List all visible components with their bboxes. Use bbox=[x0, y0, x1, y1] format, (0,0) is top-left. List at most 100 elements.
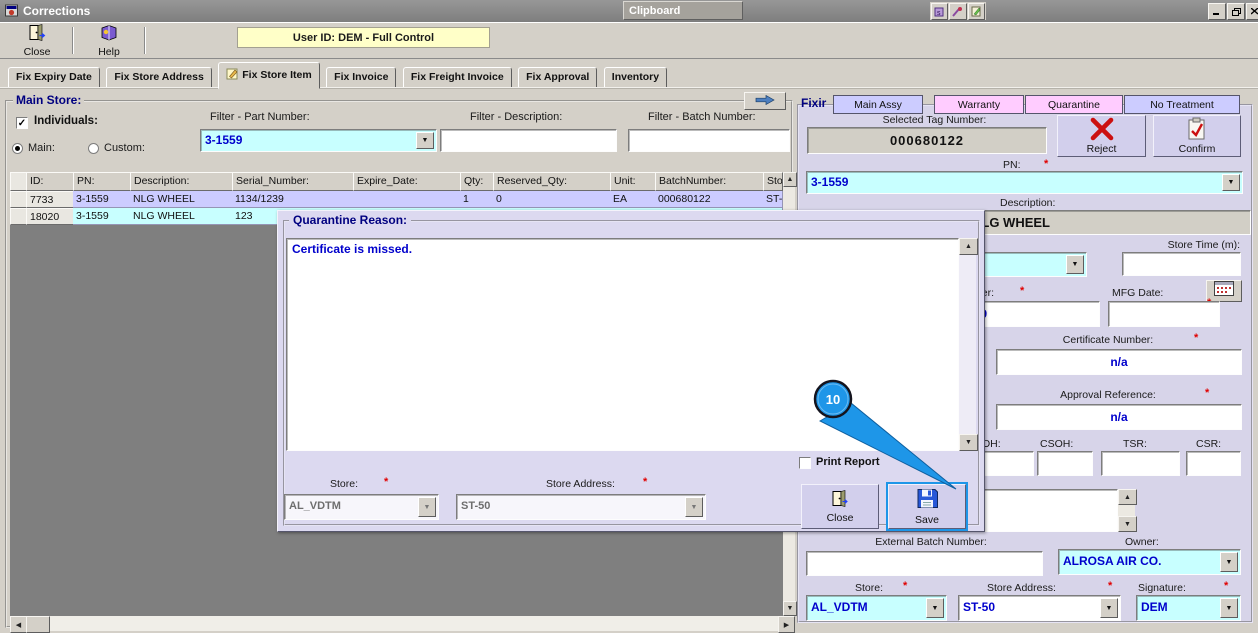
scroll-left-icon[interactable]: ◀ bbox=[10, 616, 27, 633]
fix-panel-group-label: Fixir bbox=[801, 96, 827, 110]
grid-cell-reserved-qty[interactable]: 0 bbox=[493, 191, 611, 208]
certificate-number-input[interactable]: n/a bbox=[996, 349, 1242, 375]
grid-cell-id[interactable]: 18020 bbox=[26, 208, 74, 225]
filter-description-label: Filter - Description: bbox=[470, 111, 563, 123]
scroll-down-icon[interactable]: ▼ bbox=[959, 434, 978, 451]
row-selector[interactable] bbox=[10, 191, 27, 208]
textarea-scrollbar[interactable]: ▲ ▼ bbox=[959, 238, 978, 451]
toolbar-help-button[interactable]: Help bbox=[80, 24, 138, 58]
grid-cell-description[interactable]: NLG WHEEL bbox=[130, 208, 233, 225]
tab-fix-store-address[interactable]: Fix Store Address bbox=[106, 66, 212, 89]
csr-input[interactable] bbox=[1186, 451, 1241, 476]
grid-cell-unit[interactable]: EA bbox=[610, 191, 656, 208]
grid-cell-serial-number[interactable]: 1134/1239 bbox=[232, 191, 354, 208]
brush-icon[interactable] bbox=[949, 3, 967, 20]
store-time-input[interactable] bbox=[1122, 252, 1241, 276]
collapse-panel-button[interactable] bbox=[744, 92, 786, 110]
clipboard-window-titlebar[interactable]: Clipboard bbox=[623, 1, 743, 20]
app-root: { "colors": { "accent_cyan": "#C8FFFF", … bbox=[0, 0, 1258, 633]
grid-cell-pn[interactable]: 3-1559 bbox=[73, 191, 131, 208]
pn-combobox[interactable]: 3-1559 ▼ bbox=[806, 171, 1243, 194]
quarantine-reason-textarea[interactable]: Certificate is missed. bbox=[286, 238, 959, 451]
grid-horizontal-scrollbar[interactable]: ◀ ▶ bbox=[10, 616, 795, 633]
grid-header-pn[interactable]: PN: bbox=[73, 172, 131, 191]
tab-fix-freight-invoice[interactable]: Fix Freight Invoice bbox=[402, 66, 512, 89]
confirm-button[interactable]: Confirm bbox=[1153, 115, 1241, 157]
minimize-button[interactable] bbox=[1208, 3, 1226, 20]
grid-header-id[interactable]: ID: bbox=[26, 172, 74, 191]
mfg-date-input[interactable] bbox=[1108, 301, 1220, 327]
custom-radio[interactable] bbox=[88, 143, 99, 154]
dialog-store-combobox[interactable]: AL_VDTM ▼ bbox=[284, 494, 439, 520]
grid-cell-expire-date[interactable] bbox=[353, 191, 461, 208]
dropdown-arrow-icon[interactable]: ▼ bbox=[685, 497, 703, 517]
dropdown-arrow-icon[interactable]: ▼ bbox=[1222, 174, 1240, 191]
grid-header-store[interactable]: Sto bbox=[763, 172, 783, 191]
grid-header-unit[interactable]: Unit: bbox=[610, 172, 656, 191]
grid-cell-qty[interactable]: 1 bbox=[460, 191, 494, 208]
dialog-save-button[interactable]: Save bbox=[888, 484, 966, 529]
filter-batch-number-input[interactable] bbox=[628, 129, 790, 152]
tab-inventory[interactable]: Inventory bbox=[603, 66, 668, 89]
grid-cell-pn[interactable]: 3-1559 bbox=[73, 208, 131, 225]
panel-store-address-combobox[interactable]: ST-50 ▼ bbox=[958, 595, 1121, 621]
grid-cell-store[interactable]: ST- bbox=[763, 191, 783, 208]
grid-header-serial-number[interactable]: Serial_Number: bbox=[232, 172, 354, 191]
external-batch-input[interactable] bbox=[806, 551, 1043, 576]
signature-combobox[interactable]: DEM ▼ bbox=[1136, 595, 1241, 621]
scroll-down-icon[interactable]: ▼ bbox=[1118, 516, 1137, 532]
scroll-right-icon[interactable]: ▶ bbox=[778, 616, 795, 633]
grid-cell-description[interactable]: NLG WHEEL bbox=[130, 191, 233, 208]
scrollbar-thumb[interactable] bbox=[26, 616, 50, 633]
grid-header-expire-date[interactable]: Expire_Date: bbox=[353, 172, 461, 191]
oh-input[interactable] bbox=[977, 451, 1034, 476]
scroll-down-icon[interactable]: ▼ bbox=[783, 601, 797, 616]
owner-combobox[interactable]: ALROSA AIR CO. ▼ bbox=[1058, 549, 1241, 575]
dropdown-arrow-icon[interactable]: ▼ bbox=[1066, 255, 1084, 274]
row-selector[interactable] bbox=[10, 208, 27, 225]
approval-reference-input[interactable]: n/a bbox=[996, 404, 1242, 430]
restore-button[interactable] bbox=[1227, 3, 1245, 20]
reject-button[interactable]: Reject bbox=[1057, 115, 1146, 157]
grid-cell-batch-number[interactable]: 000680122 bbox=[655, 191, 764, 208]
main-radio[interactable] bbox=[12, 143, 23, 154]
grid-cell-id[interactable]: 7733 bbox=[26, 191, 74, 208]
remarks-scrollbar[interactable]: ▲ ▼ bbox=[1118, 489, 1137, 532]
tab-fix-expiry-date[interactable]: Fix Expiry Date bbox=[8, 66, 100, 89]
tsr-input[interactable] bbox=[1101, 451, 1180, 476]
grid-header-batch-number[interactable]: BatchNumber: bbox=[655, 172, 764, 191]
subtab-warranty[interactable]: Warranty bbox=[934, 95, 1024, 114]
grid-header-reserved-qty[interactable]: Reserved_Qty: bbox=[493, 172, 611, 191]
individuals-checkbox[interactable]: ✓ bbox=[16, 117, 28, 129]
scroll-up-icon[interactable]: ▲ bbox=[783, 172, 797, 187]
subtab-quarantine[interactable]: Quarantine bbox=[1025, 95, 1123, 114]
dialog-store-address-combobox[interactable]: ST-50 ▼ bbox=[456, 494, 706, 520]
filter-part-number-combobox[interactable]: 3-1559 ▼ bbox=[200, 129, 437, 152]
filter-description-input[interactable] bbox=[440, 129, 617, 152]
dialog-close-button[interactable]: Close bbox=[801, 484, 879, 529]
grid-header-description[interactable]: Description: bbox=[130, 172, 233, 191]
scroll-up-icon[interactable]: ▲ bbox=[1118, 489, 1137, 505]
dropdown-arrow-icon[interactable]: ▼ bbox=[926, 598, 944, 618]
edit-note-icon[interactable] bbox=[967, 3, 985, 20]
subtab-main-assy[interactable]: Main Assy bbox=[833, 95, 923, 114]
print-report-checkbox[interactable] bbox=[799, 457, 811, 469]
dropdown-arrow-icon[interactable]: ▼ bbox=[1220, 552, 1238, 572]
scroll-up-icon[interactable]: ▲ bbox=[959, 238, 978, 255]
main-store-title: Main Store: bbox=[13, 93, 85, 107]
tab-fix-approval[interactable]: Fix Approval bbox=[518, 66, 598, 89]
dropdown-arrow-icon[interactable]: ▼ bbox=[1220, 598, 1238, 618]
csoh-input[interactable] bbox=[1037, 451, 1093, 476]
dropdown-arrow-icon[interactable]: ▼ bbox=[418, 497, 436, 517]
calendar-button[interactable] bbox=[1206, 280, 1242, 302]
dropdown-arrow-icon[interactable]: ▼ bbox=[1100, 598, 1118, 618]
close-window-button[interactable] bbox=[1246, 3, 1258, 20]
dropdown-arrow-icon[interactable]: ▼ bbox=[416, 132, 434, 149]
subtab-no-treatment[interactable]: No Treatment bbox=[1124, 95, 1240, 114]
tab-fix-invoice[interactable]: Fix Invoice bbox=[326, 66, 397, 89]
panel-store-combobox[interactable]: AL_VDTM ▼ bbox=[806, 595, 947, 621]
tab-fix-store-item[interactable]: Fix Store Item bbox=[218, 62, 320, 89]
grid-header-qty[interactable]: Qty: bbox=[460, 172, 494, 191]
notes-icon[interactable]: s bbox=[931, 3, 949, 20]
toolbar-close-button[interactable]: Close bbox=[8, 23, 66, 58]
